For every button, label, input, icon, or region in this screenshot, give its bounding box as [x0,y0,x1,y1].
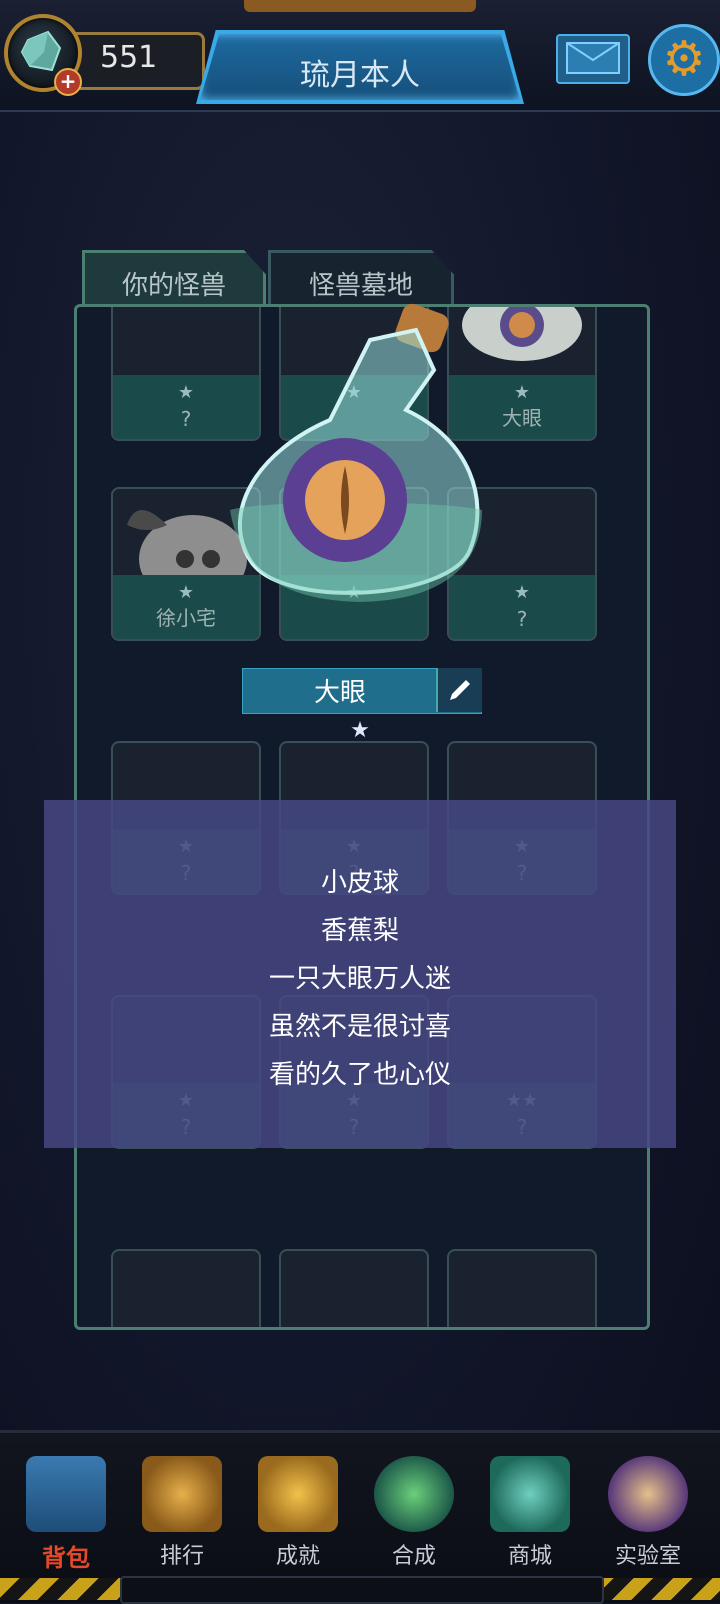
description-line: 一只大眼万人迷 [268,964,451,994]
monster-card[interactable] [279,1249,429,1327]
nav-label: 成就 [275,1544,320,1569]
nav-achievements[interactable]: 成就 [242,1448,354,1588]
description-line: 虽然不是很讨喜 [268,1012,451,1042]
mail-button[interactable] [556,34,630,84]
currency-value: 551 [100,40,158,75]
nav-laboratory[interactable]: 实验室 [592,1448,704,1588]
backpack-icon [26,1456,106,1532]
mail-icon [566,42,620,74]
nav-label: 背包 [42,1544,90,1572]
nav-label: 排行 [159,1544,204,1569]
trophy-icon [142,1456,222,1532]
gear-icon: ⚙ [662,31,706,87]
tab-label: 怪兽墓地 [308,271,413,301]
monster-card[interactable] [447,1249,597,1327]
player-name: 琉月本人 [300,58,420,93]
top-accent [244,0,476,12]
settings-button[interactable]: ⚙ [648,24,720,96]
rarity-star: ★ [350,718,370,743]
nav-label: 实验室 [614,1544,681,1569]
nav-label: 合成 [391,1544,436,1569]
egg-icon [608,1456,688,1532]
nav-ranking[interactable]: 排行 [126,1448,238,1588]
monster-name: 大眼 [313,678,366,708]
description-line: 小皮球 [320,868,399,898]
edit-name-button[interactable] [436,668,482,712]
shop-gem-icon [490,1456,570,1532]
crown-icon [258,1456,338,1532]
monster-card[interactable] [111,1249,261,1327]
nav-label: 商城 [507,1544,552,1569]
nav-backpack[interactable]: 背包 [10,1448,122,1588]
description-line: 看的久了也心仪 [268,1060,451,1090]
description-line: 香蕉梨 [320,916,399,946]
pencil-icon [450,680,470,700]
add-currency-button[interactable]: + [54,68,82,96]
nav-synthesis[interactable]: 合成 [358,1448,470,1588]
flask-icon [374,1456,454,1532]
nav-shop[interactable]: 商城 [474,1448,586,1588]
monster-bottle-image [230,303,482,602]
tab-label: 你的怪兽 [121,271,226,301]
